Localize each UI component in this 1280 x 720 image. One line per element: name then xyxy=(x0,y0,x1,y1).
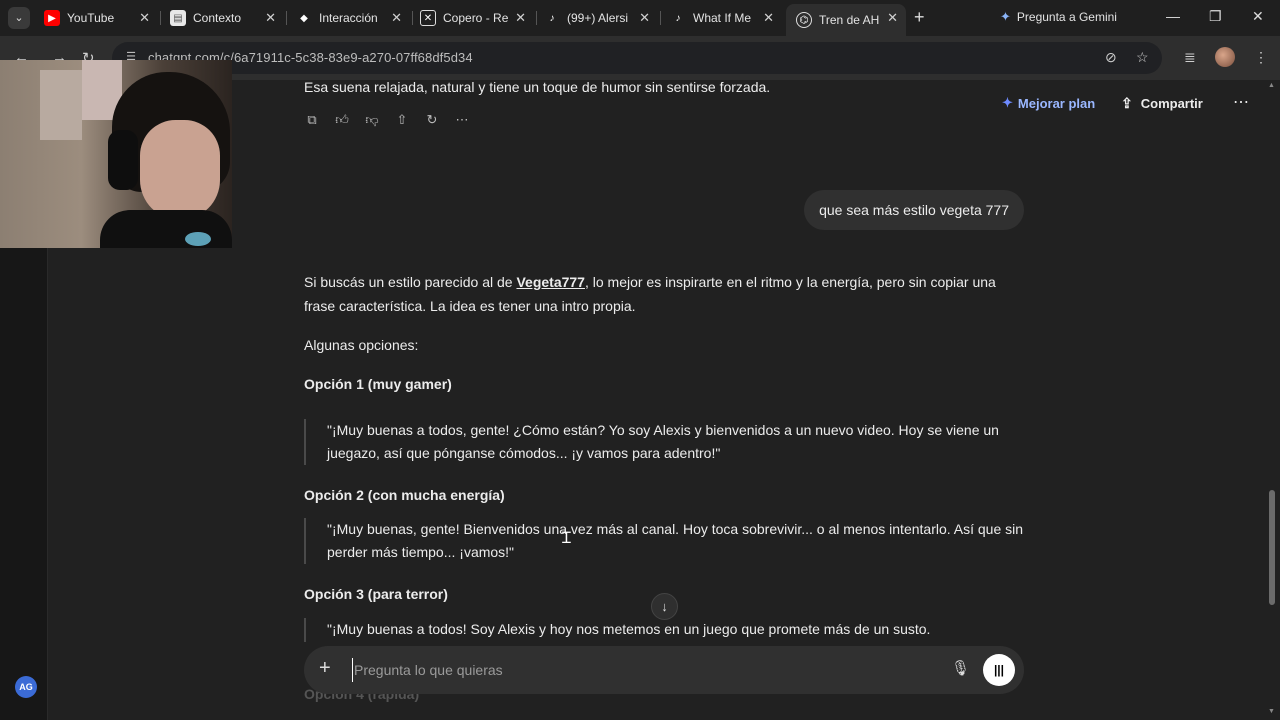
vegeta777-link[interactable]: Vegeta777 xyxy=(516,274,585,290)
close-tab-icon[interactable]: ✕ xyxy=(639,10,650,26)
assistant-reply-intro: Si buscás un estilo parecido al de Veget… xyxy=(304,274,996,314)
assistant-message-tail: Esa suena relajada, natural y tiene un t… xyxy=(304,80,771,95)
wall-poster xyxy=(40,70,82,140)
copy-icon[interactable]: ⧉ xyxy=(304,112,320,128)
person-shirt xyxy=(100,210,232,248)
docs-icon: ▤ xyxy=(170,10,186,26)
tiktok-icon: ♪ xyxy=(675,12,681,24)
close-tab-icon[interactable]: ✕ xyxy=(763,10,774,26)
tab-youtube[interactable]: ▶ YouTube ✕ xyxy=(34,4,158,32)
webcam-overlay xyxy=(0,60,232,248)
tiktok-icon: ♪ xyxy=(549,12,555,24)
tab-search-icon[interactable]: ≣ xyxy=(1184,49,1196,66)
person-face xyxy=(140,120,220,220)
profile-avatar[interactable] xyxy=(1215,47,1235,67)
thumbs-up-icon[interactable]: 👍︎ xyxy=(334,112,350,128)
restore-window-icon[interactable]: ❐ xyxy=(1209,8,1222,25)
user-avatar[interactable]: AG xyxy=(15,676,37,698)
regenerate-icon[interactable]: ↻ xyxy=(424,112,440,128)
microphone-icon[interactable]: 🎙︎ xyxy=(951,659,970,677)
thumbs-down-icon[interactable]: 👎︎ xyxy=(364,112,380,128)
option-1-heading: Opción 1 (muy gamer) xyxy=(304,376,452,392)
tab-copero[interactable]: ✕ Copero - Re ✕ xyxy=(410,4,534,32)
share-button[interactable]: ⇪ Compartir xyxy=(1121,95,1203,112)
youtube-icon: ▶ xyxy=(44,10,60,26)
share-icon: ⇪ xyxy=(1121,95,1133,111)
scrollbar-thumb[interactable] xyxy=(1269,490,1275,605)
option-2-heading: Opción 2 (con mucha energía) xyxy=(304,487,505,503)
browser-menu-icon[interactable]: ⋮ xyxy=(1254,49,1268,66)
prompt-input[interactable] xyxy=(352,658,932,682)
text-cursor-icon: Ɪ xyxy=(562,528,571,547)
rgb-light xyxy=(185,232,211,246)
tab-search-chevron-icon[interactable]: ⌄ xyxy=(8,7,30,29)
option-3-quote: "¡Muy buenas a todos! Soy Alexis y hoy n… xyxy=(304,618,1024,642)
tab-tiktok-alersi[interactable]: ♪ (99+) Alersi ✕ xyxy=(534,4,658,32)
x-square-icon: ✕ xyxy=(420,10,436,26)
option-3-heading: Opción 3 (para terror) xyxy=(304,586,448,602)
minimize-window-icon[interactable]: — xyxy=(1166,8,1180,24)
close-tab-icon[interactable]: ✕ xyxy=(515,10,526,26)
scroll-to-bottom-button[interactable]: ↓ xyxy=(651,593,678,620)
tab-interaccion[interactable]: ◆ Interacción ✕ xyxy=(286,4,410,32)
browser-tab-strip: ⌄ ▶ YouTube ✕ ▤ Contexto ✕ ◆ Interacción… xyxy=(0,0,1280,36)
close-tab-icon[interactable]: ✕ xyxy=(391,10,402,26)
page-scrollbar[interactable]: ▲ ▼ xyxy=(1268,80,1276,720)
new-tab-plus-icon[interactable]: + xyxy=(914,7,925,28)
eye-off-icon[interactable]: ⊘ xyxy=(1105,49,1117,66)
tab-chatgpt-active[interactable]: ⌬ Tren de AH ✕ xyxy=(786,4,906,36)
more-actions-icon[interactable]: ⋯ xyxy=(454,112,470,128)
message-actions: ⧉ 👍︎ 👎︎ ⇧ ↻ ⋯ xyxy=(304,112,470,128)
more-options-icon[interactable]: ⋯ xyxy=(1233,92,1250,112)
message-composer: + 🎙︎ ||| xyxy=(304,646,1024,694)
gemini-spark-icon: ✦ xyxy=(1000,9,1011,24)
scroll-up-arrow-icon[interactable]: ▲ xyxy=(1268,82,1275,89)
tab-tiktok-what-if[interactable]: ♪ What If Me ✕ xyxy=(660,4,782,32)
diamond-icon: ◆ xyxy=(300,12,308,24)
close-tab-icon[interactable]: ✕ xyxy=(265,10,276,26)
close-tab-icon[interactable]: ✕ xyxy=(139,10,150,26)
tab-contexto[interactable]: ▤ Contexto ✕ xyxy=(160,4,284,32)
attach-plus-icon[interactable]: + xyxy=(319,657,331,680)
options-label: Algunas opciones: xyxy=(304,337,419,353)
scroll-down-arrow-icon[interactable]: ▼ xyxy=(1268,708,1275,715)
bookmark-star-icon[interactable]: ☆ xyxy=(1136,49,1149,66)
share-message-icon[interactable]: ⇧ xyxy=(394,112,410,128)
option-1-quote: "¡Muy buenas a todos, gente! ¿Cómo están… xyxy=(304,419,1024,465)
option-2-quote: "¡Muy buenas, gente! Bienvenidos una vez… xyxy=(304,518,1024,564)
voice-mode-button[interactable]: ||| xyxy=(983,654,1015,686)
close-tab-icon[interactable]: ✕ xyxy=(887,10,898,26)
chatgpt-icon: ⌬ xyxy=(796,12,812,28)
headset xyxy=(108,130,138,190)
ask-gemini-button[interactable]: ✦ Pregunta a Gemini xyxy=(1000,9,1117,25)
user-message-bubble: que sea más estilo vegeta 777 xyxy=(804,190,1024,230)
close-window-icon[interactable]: ✕ xyxy=(1252,8,1264,25)
address-bar[interactable]: ☰ chatgpt.com/c/6a71911c-5c38-83e9-a270-… xyxy=(112,42,1162,74)
